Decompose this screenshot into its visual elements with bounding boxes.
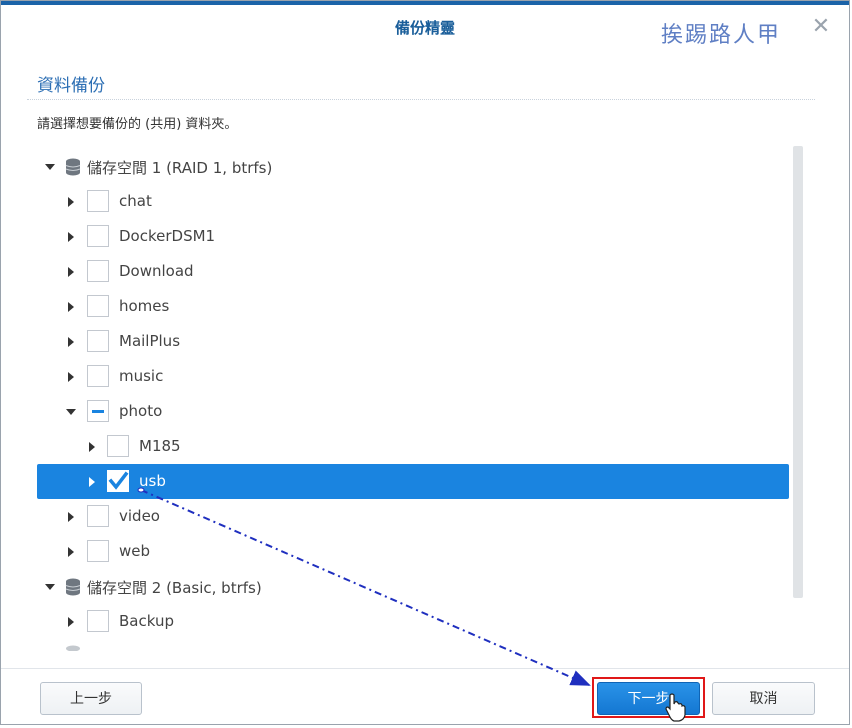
folder-label: music [119,367,164,385]
collapse-arrow-icon[interactable] [66,409,76,415]
folder-label: M185 [139,437,181,455]
collapse-arrow-icon[interactable] [45,164,55,170]
folder-checkbox-partial[interactable] [87,400,109,422]
tree-node-folder-photo[interactable]: photo [27,394,793,429]
folder-checkbox[interactable] [87,540,109,562]
instruction-text: 請選擇想要備份的 (共用) 資料夾。 [37,117,238,132]
expand-arrow-icon[interactable] [68,302,74,312]
expand-arrow-icon[interactable] [89,477,95,487]
tree-node-folder[interactable]: Download [27,254,793,289]
checkmark-icon [108,471,129,490]
folder-checkbox[interactable] [87,260,109,282]
tree-node-folder[interactable]: Backup [27,604,793,639]
folder-label: Backup [119,612,174,630]
folder-checkbox[interactable] [87,190,109,212]
folder-label: Download [119,262,194,280]
back-button[interactable]: 上一步 [40,682,142,715]
folder-label: chat [119,192,152,210]
section-title: 資料備份 [37,76,105,96]
folder-tree: 儲存空間 1 (RAID 1, btrfs) chat DockerDSM1 D… [27,146,793,651]
tree-node-folder[interactable]: homes [27,289,793,324]
expand-arrow-icon[interactable] [68,372,74,382]
hand-cursor-icon [665,693,686,722]
folder-label: DockerDSM1 [119,227,216,245]
folder-label: MailPlus [119,332,181,350]
volume-label: 儲存空間 1 (RAID 1, btrfs) [87,159,273,177]
tree-node-folder[interactable]: MailPlus [27,324,793,359]
tree-node-folder[interactable]: video [27,499,793,534]
tree-node-volume2[interactable]: 儲存空間 2 (Basic, btrfs) [27,569,793,604]
tree-node-subfolder-selected[interactable]: usb [37,464,789,499]
footer-divider [1,668,849,669]
title-bar: 備份精靈 挨踢路人甲 ✕ [1,5,849,49]
watermark-text: 挨踢路人甲 [661,23,782,48]
cancel-button[interactable]: 取消 [712,682,815,715]
expand-arrow-icon[interactable] [68,267,74,277]
tree-node-folder[interactable]: DockerDSM1 [27,219,793,254]
folder-checkbox[interactable] [87,365,109,387]
collapse-arrow-icon[interactable] [45,584,55,590]
storage-volume-icon [66,645,80,651]
storage-volume-icon [65,158,81,176]
folder-checkbox[interactable] [87,330,109,352]
partial-check-icon [92,410,104,413]
folder-label: web [119,542,151,560]
folder-checkbox[interactable] [87,610,109,632]
expand-arrow-icon[interactable] [89,442,95,452]
tree-node-volume1[interactable]: 儲存空間 1 (RAID 1, btrfs) [27,149,793,184]
tree-node-subfolder[interactable]: M185 [27,429,793,464]
expand-arrow-icon[interactable] [68,547,74,557]
tree-scrollbar[interactable] [793,146,803,598]
expand-arrow-icon[interactable] [68,617,74,627]
folder-checkbox[interactable] [87,295,109,317]
tree-node-folder[interactable]: chat [27,184,793,219]
expand-arrow-icon[interactable] [68,337,74,347]
volume-label: 儲存空間 2 (Basic, btrfs) [87,579,262,597]
highlight-box [592,677,705,718]
expand-arrow-icon[interactable] [68,197,74,207]
folder-checkbox[interactable] [87,225,109,247]
expand-arrow-icon[interactable] [68,232,74,242]
close-icon[interactable]: ✕ [809,15,833,39]
folder-checkbox[interactable] [107,435,129,457]
folder-label: homes [119,297,170,315]
tree-node-partial-hidden [27,639,793,651]
backup-wizard-window: 備份精靈 挨踢路人甲 ✕ 資料備份 請選擇想要備份的 (共用) 資料夾。 儲存空… [0,0,850,725]
folder-label: usb [139,472,166,490]
section-divider [27,99,815,100]
folder-label: photo [119,402,163,420]
tree-node-folder[interactable]: music [27,359,793,394]
tree-node-folder[interactable]: web [27,534,793,569]
folder-label: video [119,507,160,525]
expand-arrow-icon[interactable] [68,512,74,522]
folder-checkbox-checked[interactable] [107,470,129,492]
folder-checkbox[interactable] [87,505,109,527]
storage-volume-icon [65,578,81,596]
